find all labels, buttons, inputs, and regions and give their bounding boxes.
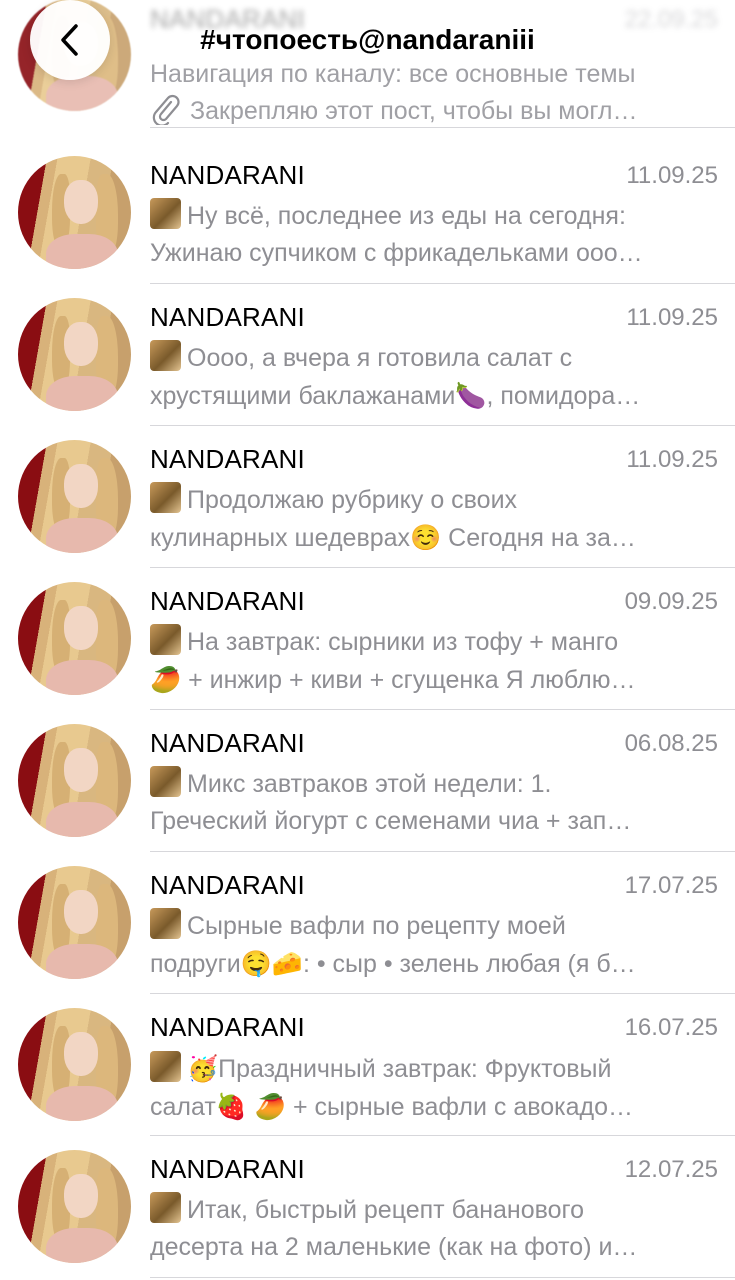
sender-name: NANDARANI bbox=[150, 444, 305, 474]
avatar bbox=[18, 582, 131, 695]
divider bbox=[150, 1277, 735, 1278]
preview-line-1: Оооо, а вчера я готовила салат с bbox=[187, 344, 573, 372]
list-item[interactable]: NANDARANI 11.09.25 Продолжаю рубрику о с… bbox=[0, 426, 735, 568]
avatar bbox=[18, 156, 131, 269]
list-item[interactable]: NANDARANI 11.09.25 Ну всё, последнее из … bbox=[0, 142, 735, 284]
preview-line-2-rest: : • сыр • зелень любая (я б… bbox=[302, 950, 636, 978]
message-preview: 🥳Праздничный завтрак: Фруктовый салат🍓 🥭… bbox=[150, 1050, 720, 1126]
avatar bbox=[18, 866, 131, 979]
message-preview: Итак, быстрый рецепт бананового десерта … bbox=[150, 1192, 720, 1266]
sender-name: NANDARANI bbox=[150, 1012, 305, 1042]
preview-line-1: Микс завтраков этой недели: 1. bbox=[187, 770, 552, 798]
media-thumbnail bbox=[150, 1051, 181, 1082]
media-thumbnail bbox=[150, 624, 181, 655]
message-date: 11.09.25 bbox=[626, 446, 718, 473]
sender-name: NANDARANI bbox=[150, 1154, 305, 1184]
message-preview: Навигация по каналу: все основные темы З… bbox=[150, 56, 720, 130]
message-date: 17.07.25 bbox=[624, 872, 718, 899]
page-title: #чтопоесть@nandaraniii bbox=[200, 24, 535, 55]
avatar bbox=[18, 724, 131, 837]
list-item[interactable]: NANDARANI 17.07.25 Сырные вафли по рецеп… bbox=[0, 852, 735, 994]
list-item[interactable]: NANDARANI 06.08.25 Микс завтраков этой н… bbox=[0, 710, 735, 852]
avatar bbox=[18, 440, 131, 553]
preview-emoji: ☺️ bbox=[410, 523, 442, 552]
preview-line-2-rest: , помидора… bbox=[486, 382, 641, 410]
media-thumbnail bbox=[150, 1192, 181, 1223]
media-thumbnail bbox=[150, 908, 181, 939]
message-preview: На завтрак: сырники из тофу + манго 🥭 + … bbox=[150, 624, 720, 699]
preview-line-2-text: салат bbox=[150, 1093, 216, 1121]
message-date: 12.07.25 bbox=[624, 1156, 718, 1183]
paperclip-icon bbox=[152, 94, 180, 125]
preview-line-2-text: кулинарных шедеврах bbox=[150, 524, 411, 552]
preview-line-1: Продолжаю рубрику о своих bbox=[187, 486, 518, 514]
sender-name: NANDARANI bbox=[150, 302, 305, 332]
message-date: 09.09.25 bbox=[624, 588, 718, 615]
message-date: 16.07.25 bbox=[624, 1014, 718, 1041]
preview-line-1: Сырные вафли по рецепту моей bbox=[187, 912, 566, 940]
message-preview: Продолжаю рубрику о своих кулинарных шед… bbox=[150, 482, 720, 557]
media-thumbnail bbox=[150, 340, 181, 371]
preview-line-1: Праздничный завтрак: Фруктовый bbox=[218, 1055, 612, 1083]
preview-line-2-text: подруги bbox=[150, 950, 241, 978]
list-item[interactable]: NANDARANI 16.07.25 🥳Праздничный завтрак:… bbox=[0, 994, 735, 1136]
message-preview: Ну всё, последнее из еды на сегодня: Ужи… bbox=[150, 198, 720, 272]
message-preview: Оооо, а вчера я готовила салат с хрустящ… bbox=[150, 340, 720, 415]
list-item[interactable]: NANDARANI 11.09.25 Оооо, а вчера я готов… bbox=[0, 284, 735, 426]
preview-line-2-rest: + инжир + киви + сгущенка Я люблю… bbox=[181, 666, 636, 694]
preview-emoji: 🥭 bbox=[150, 665, 182, 694]
preview-line-2: Ужинаю супчиком с фрикадельками ооо… bbox=[150, 239, 643, 267]
preview-line-2-text: хрустящими баклажанами bbox=[150, 382, 456, 410]
sender-name: NANDARANI bbox=[150, 160, 305, 190]
preview-line-2-rest: Сегодня на за… bbox=[441, 524, 636, 552]
message-preview: Микс завтраков этой недели: 1. Греческий… bbox=[150, 766, 720, 840]
list-item-pinned[interactable]: NANDARANI 22.09.25 Навигация по каналу: … bbox=[0, 0, 735, 128]
avatar bbox=[18, 298, 131, 411]
avatar bbox=[18, 1008, 131, 1121]
preview-line-1: Ну всё, последнее из еды на сегодня: bbox=[187, 202, 626, 230]
message-preview: Сырные вафли по рецепту моей подруги🤤🧀: … bbox=[150, 908, 720, 983]
preview-line-1: Итак, быстрый рецепт бананового bbox=[187, 1196, 585, 1224]
sender-name: NANDARANI bbox=[150, 870, 305, 900]
divider bbox=[150, 127, 735, 128]
preview-line-2: десерта на 2 маленькие (как на фото) и… bbox=[150, 1233, 638, 1261]
channel-hashtag-search-screen: #чтопоесть@nandaraniii NANDARANI 22.09.2… bbox=[0, 0, 735, 1280]
preview-line-1: Навигация по каналу: все основные темы bbox=[150, 60, 636, 88]
media-thumbnail bbox=[150, 766, 181, 797]
avatar bbox=[18, 1150, 131, 1263]
preview-emoji: 🍓 🥭 bbox=[215, 1092, 286, 1121]
list-item[interactable]: NANDARANI 12.07.25 Итак, быстрый рецепт … bbox=[0, 1136, 735, 1278]
media-thumbnail bbox=[150, 198, 181, 229]
sender-name: NANDARANI bbox=[150, 728, 305, 758]
list-item[interactable]: NANDARANI 09.09.25 На завтрак: сырники и… bbox=[0, 568, 735, 710]
preview-line-1: На завтрак: сырники из тофу + манго bbox=[187, 628, 619, 656]
preview-line-2: Греческий йогурт с семенами чиа + зап… bbox=[150, 807, 632, 835]
media-thumbnail bbox=[150, 482, 181, 513]
message-date: 11.09.25 bbox=[626, 304, 718, 331]
sender-name: NANDARANI bbox=[150, 586, 305, 616]
preview-emoji: 🥳 bbox=[187, 1054, 219, 1083]
preview-emoji: 🤤🧀 bbox=[240, 949, 303, 978]
message-date: 06.08.25 bbox=[624, 730, 718, 757]
preview-line-2: Закрепляю этот пост, чтобы вы могл… bbox=[190, 97, 638, 125]
preview-emoji: 🍆 bbox=[455, 381, 487, 410]
preview-line-2-rest: + сырные вафли с авокадо… bbox=[286, 1093, 634, 1121]
message-date: 11.09.25 bbox=[626, 162, 718, 189]
